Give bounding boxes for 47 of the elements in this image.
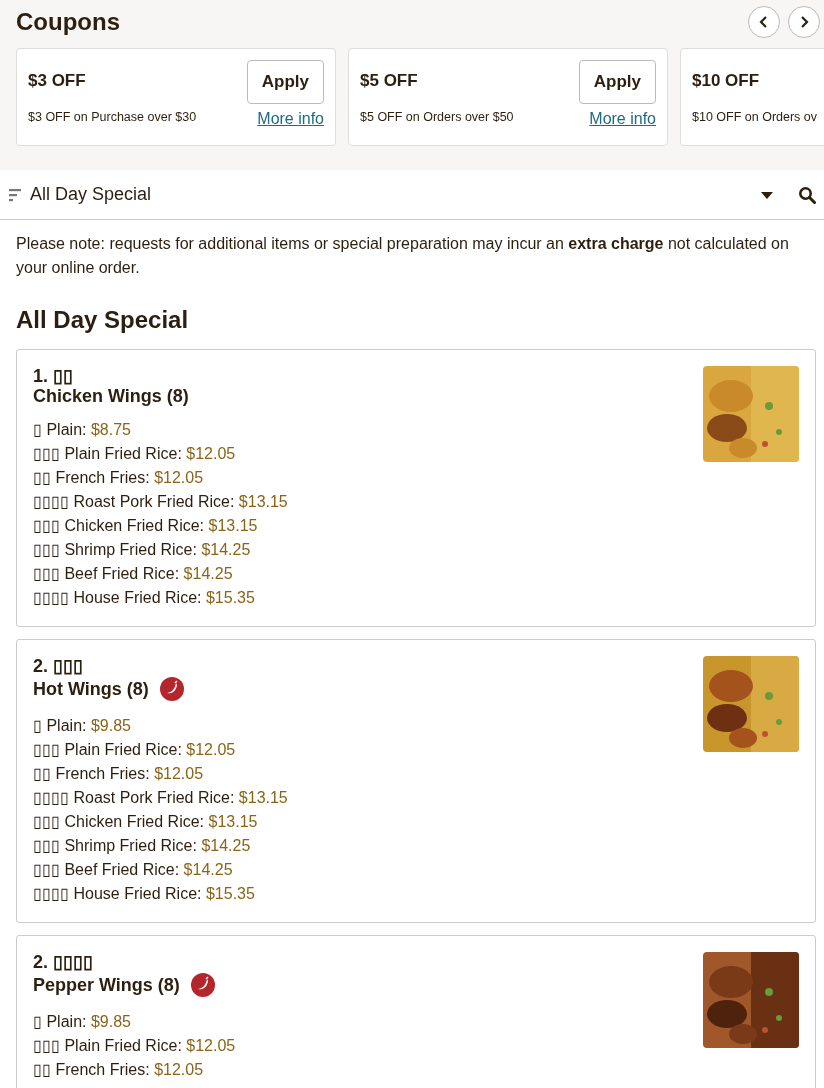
price-option: ▯▯▯ Plain Fried Rice: $12.05 — [33, 441, 703, 466]
category-select[interactable]: All Day Special — [30, 181, 752, 208]
price-option: ▯▯ French Fries: $12.05 — [33, 465, 703, 490]
notice-text: Please note: requests for additional items or special preparation may incur an extra charge not calculated on your online order. — [15, 234, 790, 278]
section-title: Coupons — [16, 7, 121, 37]
price-option: ▯▯▯ Plain Fried Rice: $12.05 — [33, 737, 703, 762]
price-option: ▯▯▯▯ House Fried Rice: $15.35 — [33, 585, 703, 610]
price-option: ▯▯▯▯ Roast Pork Fried Rice: $13.15 — [33, 489, 703, 514]
price-option: ▯ Plain: $9.85 — [33, 713, 703, 738]
menu-item-card[interactable] — [16, 348, 816, 627]
item-name: Hot Wings (8) — [33, 678, 149, 699]
search-icon[interactable] — [798, 185, 816, 204]
price-option: ▯ Plain: $9.85 — [33, 1009, 703, 1034]
price-option: ▯▯▯ Beef Fried Rice: $14.25 — [33, 857, 703, 882]
sort-icon — [8, 187, 22, 202]
price-option: ▯▯▯▯ Roast Pork Fried Rice: $13.15 — [33, 785, 703, 810]
category-heading: All Day Special — [16, 306, 190, 335]
coupon-title: $10 OFF — [692, 70, 761, 92]
item-number: 2. ▯▯▯▯ — [33, 951, 94, 972]
price-option: ▯▯▯▯ House Fried Rice: $15.35 — [33, 881, 703, 906]
coupon-title: $5 OFF — [360, 70, 419, 92]
menu-item-card[interactable]: 2. ▯▯▯▯ Pepper Wings (8) ▯ Plain: $9.85 ▯▯▯ Plain Fried Rice: $12.05 ▯▯ French Fries: $12.05 — [16, 934, 816, 1088]
next-button[interactable] — [788, 6, 820, 38]
coupon-description: $3 OFF on Purchase over $30 — [28, 109, 198, 127]
apply-button[interactable]: Apply — [578, 60, 656, 104]
previous-button[interactable] — [748, 6, 780, 38]
coupon-description: $10 OFF on Orders ov — [692, 109, 819, 127]
price-option: ▯▯ French Fries: $12.05 — [33, 1057, 703, 1082]
more-info-link[interactable]: More info — [589, 107, 656, 131]
item-name: Pepper Wings (8) — [33, 974, 180, 995]
price-option: ▯▯▯ Chicken Fried Rice: $13.15 — [33, 513, 703, 538]
coupon-description: $5 OFF on Orders over $50 — [360, 109, 515, 127]
apply-button[interactable]: Apply — [246, 60, 324, 104]
more-info-link[interactable]: More info — [257, 107, 324, 131]
menu-item-card[interactable] — [16, 638, 816, 923]
coupon-title: $3 OFF — [28, 70, 87, 92]
price-option: ▯▯▯ Plain Fried Rice: $12.05 — [33, 1033, 703, 1058]
price-option: ▯▯▯ Shrimp Fried Rice: $14.25 — [33, 833, 703, 858]
item-name: Chicken Wings (8) — [33, 385, 189, 406]
item-number: 1. ▯▯ — [33, 365, 74, 386]
item-number: 2. ▯▯▯ — [33, 655, 84, 676]
price-option: ▯▯ French Fries: $12.05 — [33, 761, 703, 786]
price-option: ▯▯▯ Chicken Fried Rice: $13.15 — [33, 809, 703, 834]
price-option: ▯▯▯ Beef Fried Rice: $14.25 — [33, 561, 703, 586]
price-option: ▯ Plain: $8.75 — [33, 417, 703, 442]
price-option: ▯▯▯ Shrimp Fried Rice: $14.25 — [33, 537, 703, 562]
caret-icon[interactable] — [760, 189, 774, 200]
